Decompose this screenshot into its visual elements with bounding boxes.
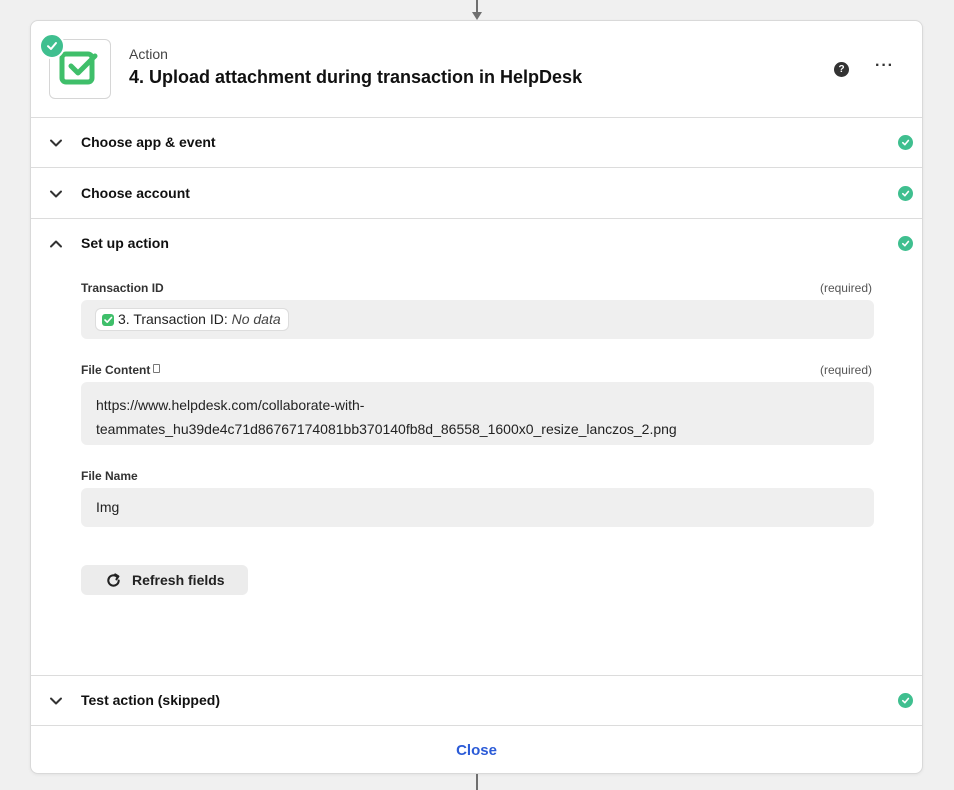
section-test-action[interactable]: Test action (skipped) — [31, 675, 922, 725]
file-name-value: Img — [96, 499, 120, 515]
helpdesk-check-icon — [102, 314, 114, 326]
file-name-field[interactable]: Img — [81, 488, 874, 527]
section-choose-app-event[interactable]: Choose app & event — [31, 118, 922, 168]
section-label: Choose app & event — [81, 134, 216, 150]
help-icon[interactable]: ? — [834, 62, 849, 77]
refresh-fields-label: Refresh fields — [132, 572, 225, 588]
transaction-id-label: Transaction ID — [81, 281, 164, 295]
file-content-value-line1: https://www.helpdesk.com/collaborate-wit… — [96, 397, 365, 413]
step-header: Action 4. Upload attachment during trans… — [31, 21, 922, 118]
step-complete-check-icon — [39, 33, 65, 59]
flow-connector-line — [476, 774, 478, 790]
section-label: Test action (skipped) — [81, 692, 220, 708]
required-indicator: (required) — [819, 281, 872, 295]
pill-value: No data — [231, 311, 281, 327]
refresh-icon — [107, 573, 120, 587]
refresh-fields-button[interactable]: Refresh fields — [81, 565, 248, 595]
check-circle-icon — [898, 186, 913, 201]
check-circle-icon — [898, 693, 913, 708]
section-label: Choose account — [81, 185, 190, 201]
chevron-up-icon — [50, 240, 62, 248]
file-icon — [153, 364, 161, 373]
step-kind-label: Action — [129, 46, 168, 62]
pill-label: 3. Transaction ID: — [118, 311, 228, 327]
section-set-up-action[interactable]: Set up action — [31, 219, 922, 269]
action-step-card: Action 4. Upload attachment during trans… — [30, 20, 923, 774]
file-content-label: File Content — [81, 363, 161, 377]
step-title: 4. Upload attachment during transaction … — [129, 67, 583, 87]
section-label: Set up action — [81, 235, 169, 251]
check-circle-icon — [898, 236, 913, 251]
close-button[interactable]: Close — [31, 742, 922, 759]
file-content-field[interactable]: https://www.helpdesk.com/collaborate-wit… — [81, 382, 874, 445]
transaction-id-field[interactable]: 3. Transaction ID: No data — [81, 300, 874, 339]
mapped-field-pill[interactable]: 3. Transaction ID: No data — [95, 308, 289, 331]
file-content-value-line2: teammates_hu39de4c71d86767174081bb370140… — [96, 421, 677, 437]
flow-arrow-icon — [472, 12, 482, 20]
file-content-label-text: File Content — [81, 363, 151, 377]
more-options-icon[interactable]: ··· — [875, 57, 894, 75]
section-choose-account[interactable]: Choose account — [31, 169, 922, 219]
chevron-down-icon — [50, 697, 62, 705]
required-indicator: (required) — [819, 363, 872, 377]
card-footer: Close — [31, 725, 922, 775]
file-name-label: File Name — [81, 469, 138, 483]
chevron-down-icon — [50, 139, 62, 147]
check-circle-icon — [898, 135, 913, 150]
chevron-down-icon — [50, 190, 62, 198]
